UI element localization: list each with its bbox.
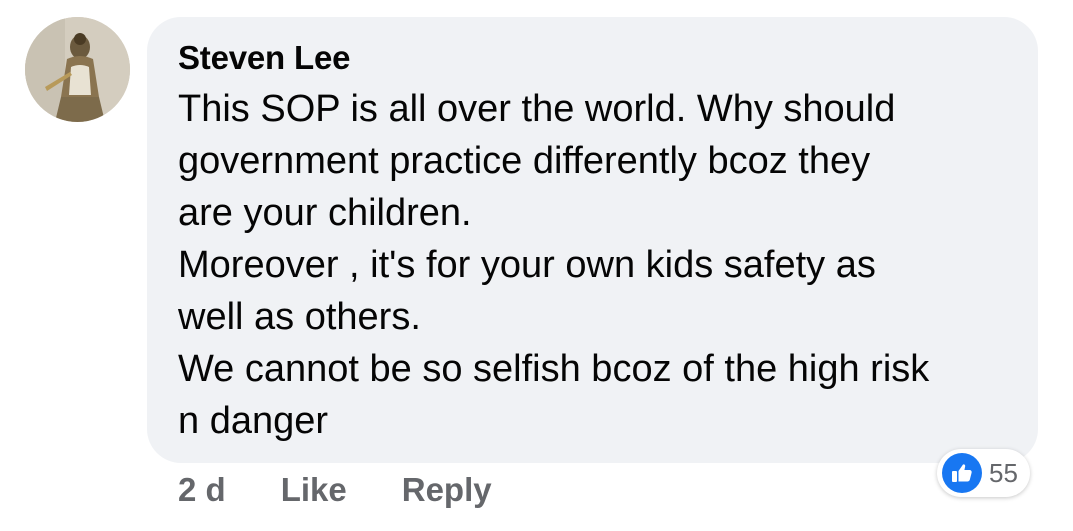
comment-line: n danger [178,400,329,442]
like-button[interactable]: Like [281,471,347,509]
comment-line: government practice differently bcoz the… [178,140,871,182]
reaction-count: 55 [989,457,1018,488]
comment-line: well as others. [178,296,421,338]
comment-line: We cannot be so selfish bcoz of the high… [178,348,930,390]
avatar-image [25,17,130,122]
comment-author[interactable]: Steven Lee [178,39,350,77]
comment: Steven Lee This SOP is all over the worl… [0,0,1073,531]
avatar[interactable] [25,17,130,122]
comment-actions: 2 d Like Reply [178,468,492,512]
thumbs-up-icon [942,453,982,493]
reaction-summary[interactable]: 55 [937,449,1030,497]
comment-timestamp[interactable]: 2 d [178,471,226,509]
comment-text: This SOP is all over the world. Why shou… [178,83,1028,447]
comment-line: This SOP is all over the world. Why shou… [178,88,896,130]
reply-button[interactable]: Reply [402,471,492,509]
comment-line: Moreover , it's for your own kids safety… [178,244,876,286]
comment-bubble: Steven Lee This SOP is all over the worl… [147,17,1038,463]
comment-line: are your children. [178,192,472,234]
